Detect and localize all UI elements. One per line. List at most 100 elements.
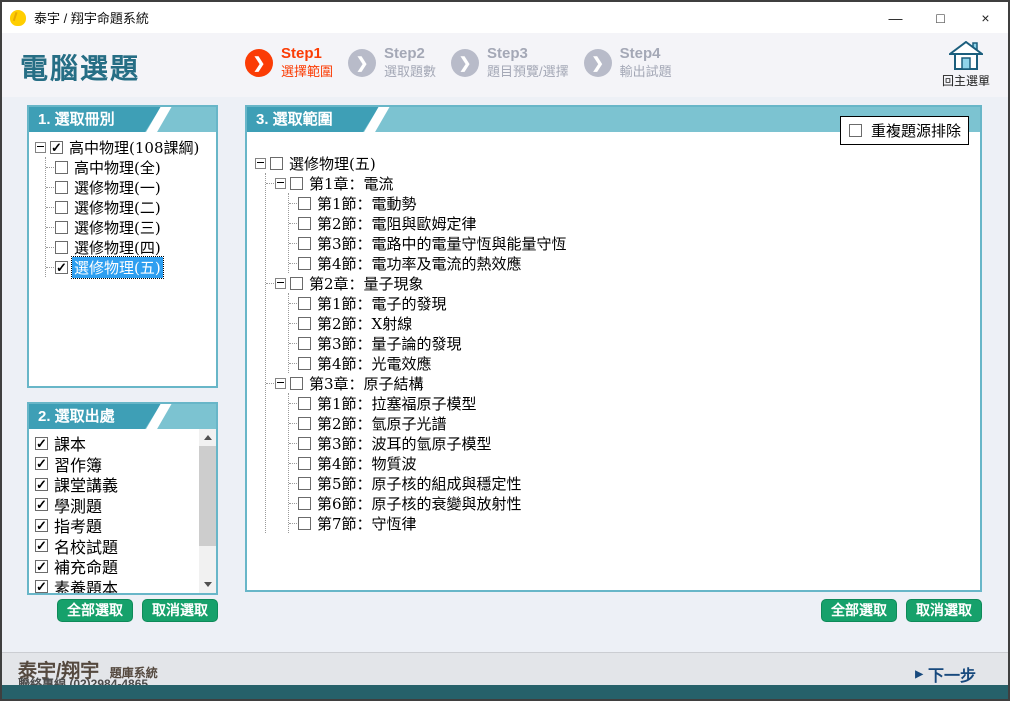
checkbox[interactable] (290, 377, 303, 390)
checkbox[interactable]: ✓ (55, 261, 68, 274)
step-1[interactable]: ❯ Step1 選擇範圍 (245, 45, 333, 80)
tree-item-label[interactable]: 第4節：電功率及電流的熱效應 (315, 253, 524, 274)
checkbox[interactable] (298, 477, 311, 490)
checkbox[interactable]: ✓ (35, 560, 48, 573)
checkbox[interactable] (298, 437, 311, 450)
tree-item-label[interactable]: 第4節：光電效應 (315, 353, 434, 374)
checkbox[interactable]: ✓ (35, 478, 48, 491)
checkbox[interactable] (298, 297, 311, 310)
step-3-desc: 題目預覽/選擇 (487, 64, 569, 80)
tree-item-label[interactable]: 第1節：電動勢 (315, 193, 419, 214)
range-select-all-button[interactable]: 全部選取 (821, 599, 897, 622)
checkbox[interactable] (298, 197, 311, 210)
checkbox[interactable]: ✓ (35, 498, 48, 511)
tree-item-label[interactable]: 選修物理(五) (72, 257, 163, 278)
checkbox[interactable]: ✓ (35, 519, 48, 532)
exclude-duplicates-checkbox[interactable] (849, 124, 862, 137)
source-deselect-button[interactable]: 取消選取 (142, 599, 218, 622)
tree-item-label[interactable]: 高中物理(全) (72, 157, 163, 178)
checkbox[interactable]: ✓ (35, 457, 48, 470)
checkbox[interactable] (298, 317, 311, 330)
source-scrollbar[interactable] (199, 429, 216, 593)
source-select-all-button[interactable]: 全部選取 (57, 599, 133, 622)
tree-item-label[interactable]: 第2節：電阻與歐姆定律 (315, 213, 479, 234)
checkbox[interactable] (298, 457, 311, 470)
checkbox[interactable] (55, 221, 68, 234)
expander-toggle-icon[interactable] (275, 378, 286, 389)
tree-item-label[interactable]: 第3節：電路中的電量守恆與能量守恆 (315, 233, 569, 254)
panel-source: 2. 選取出處 ✓課本✓習作簿✓課堂講義✓學測題✓指考題✓名校試題✓補充命題✓素… (27, 402, 218, 595)
step-1-circle: ❯ (245, 49, 273, 77)
tree-item-label[interactable]: 選修物理(二) (72, 197, 163, 218)
expander-toggle-icon[interactable] (35, 142, 46, 153)
list-item: ✓名校試題 (35, 536, 214, 557)
tree-item-label[interactable]: 選修物理(三) (72, 217, 163, 238)
checkbox[interactable] (55, 201, 68, 214)
checkbox[interactable] (270, 157, 283, 170)
tree-item-label[interactable]: 第3節：量子論的發現 (315, 333, 464, 354)
page-title: 電腦選題 (20, 47, 140, 87)
next-label: 下一步 (928, 662, 976, 686)
tree-item-label[interactable]: 第6節：原子核的衰變與放射性 (315, 493, 524, 514)
checkbox[interactable] (298, 357, 311, 370)
tree-item-label[interactable]: 第5節：原子核的組成與穩定性 (315, 473, 524, 494)
list-item: ✓課本 (35, 433, 214, 454)
tree-item-label[interactable]: 第3節：波耳的氫原子模型 (315, 433, 494, 454)
tree-item-label[interactable]: 素養題本 (52, 575, 120, 593)
checkbox[interactable]: ✓ (35, 580, 48, 593)
range-deselect-button[interactable]: 取消選取 (906, 599, 982, 622)
checkbox[interactable] (298, 497, 311, 510)
step-3[interactable]: ❯ Step3 題目預覽/選擇 (451, 45, 569, 80)
close-button[interactable]: × (963, 2, 1008, 33)
tree-connector (289, 203, 297, 204)
checkbox[interactable]: ✓ (35, 539, 48, 552)
scroll-down-button[interactable] (199, 576, 216, 593)
maximize-button[interactable]: □ (918, 2, 963, 33)
checkbox[interactable] (298, 237, 311, 250)
scroll-thumb[interactable] (199, 446, 216, 546)
minimize-button[interactable]: — (873, 2, 918, 33)
expander-toggle-icon[interactable] (275, 178, 286, 189)
checkbox[interactable] (298, 417, 311, 430)
tree-item-label[interactable]: 第1章：電流 (307, 173, 396, 194)
tree-item-label[interactable]: 第4節：物質波 (315, 453, 419, 474)
checkbox[interactable]: ✓ (35, 437, 48, 450)
tree-item-label[interactable]: 第2節：X射線 (315, 313, 414, 334)
tree-item-label[interactable]: 選修物理(四) (72, 237, 163, 258)
checkbox[interactable] (290, 277, 303, 290)
tree-item-label[interactable]: 第1節：電子的發現 (315, 293, 449, 314)
next-button[interactable]: ▶ 下一步 (915, 662, 976, 686)
list-item: ✓學測題 (35, 495, 214, 516)
exclude-duplicates-control[interactable]: 重複題源排除 (840, 116, 969, 145)
step-1-desc: 選擇範圍 (281, 64, 333, 80)
checkbox[interactable] (55, 181, 68, 194)
tree-item-label[interactable]: 選修物理(五) (287, 153, 378, 174)
checkbox[interactable] (298, 517, 311, 530)
checkbox[interactable] (55, 241, 68, 254)
tree-item-label[interactable]: 第1節：拉塞福原子模型 (315, 393, 479, 414)
checkbox[interactable] (298, 257, 311, 270)
tree-connector (289, 503, 297, 504)
tree-item-label[interactable]: 第2章：量子現象 (307, 273, 426, 294)
checkbox[interactable] (298, 337, 311, 350)
step-2[interactable]: ❯ Step2 選取題數 (348, 45, 436, 80)
tree-connector (289, 423, 297, 424)
checkbox[interactable]: ✓ (50, 141, 63, 154)
checkbox[interactable] (55, 161, 68, 174)
tree-item-label[interactable]: 高中物理(108課綱) (67, 137, 201, 158)
tree-connector (46, 187, 54, 188)
checkbox[interactable] (298, 397, 311, 410)
expander-toggle-icon[interactable] (255, 158, 266, 169)
tree-item-label[interactable]: 第2節：氫原子光譜 (315, 413, 449, 434)
panel-range-title: 3. 選取範圍 (247, 107, 379, 132)
home-button[interactable]: 回主選單 (936, 41, 996, 89)
checkbox[interactable] (298, 217, 311, 230)
checkbox[interactable] (290, 177, 303, 190)
scroll-up-button[interactable] (199, 429, 216, 446)
tree-connector (46, 267, 54, 268)
tree-item-label[interactable]: 第3章：原子結構 (307, 373, 426, 394)
step-4[interactable]: ❯ Step4 輸出試題 (584, 45, 672, 80)
tree-item-label[interactable]: 選修物理(一) (72, 177, 163, 198)
expander-toggle-icon[interactable] (275, 278, 286, 289)
tree-item-label[interactable]: 第7節：守恆律 (315, 513, 419, 534)
